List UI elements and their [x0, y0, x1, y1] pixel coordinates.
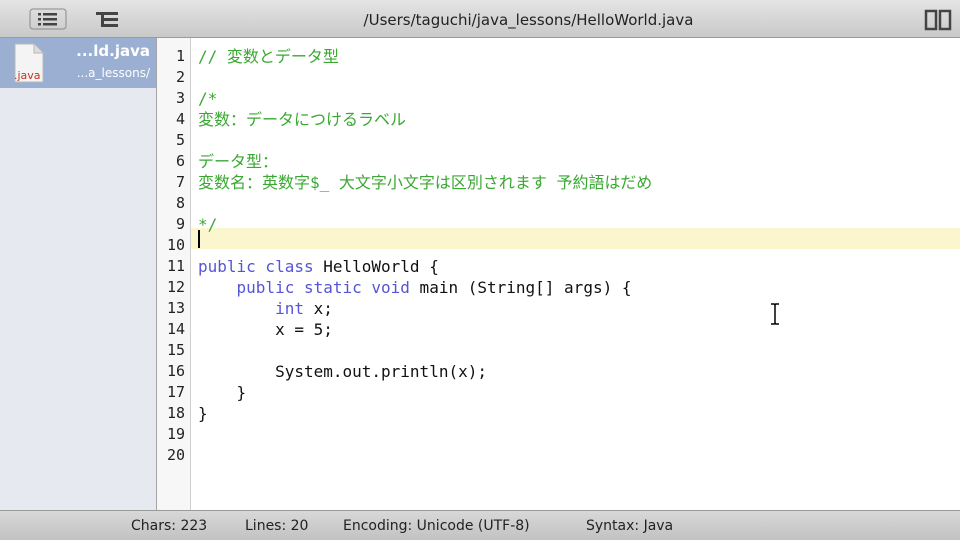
- status-chars: Chars: 223: [131, 518, 208, 534]
- line-number: 17: [166, 383, 185, 401]
- file-item-helloworld[interactable]: .java ...ld.java ...a_lessons/: [0, 38, 156, 88]
- code-token: }: [198, 404, 208, 423]
- line-number: 6: [175, 152, 185, 170]
- line-number: 18: [166, 404, 185, 422]
- code-line: 変数名：英数字$_ 大文字小文字は区別されます 予約語はだめ: [198, 172, 652, 193]
- status-bar: Chars: 223 Lines: 20 Encoding: Unicode (…: [0, 510, 960, 540]
- list-icon[interactable]: [28, 7, 68, 31]
- code-token: */: [198, 215, 218, 234]
- line-number: 8: [175, 194, 185, 212]
- code-token: /*: [198, 89, 218, 108]
- line-number: 20: [166, 446, 185, 464]
- code-line: int x;: [198, 298, 333, 319]
- line-number: 2: [175, 68, 185, 86]
- code-line: データ型：: [198, 151, 278, 172]
- status-encoding[interactable]: Encoding: Unicode (UTF-8): [343, 511, 530, 541]
- line-number: 3: [175, 89, 185, 107]
- title-bar: /Users/taguchi/java_lessons/HelloWorld.j…: [0, 0, 960, 38]
- code-token: main (String[] args) {: [409, 278, 632, 297]
- code-editor[interactable]: // 変数とデータ型 /* 変数：データにつけるラベル データ型： 変数名：英数字$_ …: [191, 38, 960, 510]
- code-token: HelloWorld {: [313, 257, 439, 276]
- file-name: ...ld.java: [76, 42, 150, 60]
- code-token: public static void: [198, 278, 410, 297]
- code-token: // 変数とデータ型: [198, 47, 339, 66]
- code-line: }: [198, 382, 247, 403]
- code-token: x;: [303, 299, 333, 318]
- file-sidebar: .java ...ld.java ...a_lessons/: [0, 38, 157, 510]
- line-number: 4: [175, 110, 185, 128]
- code-line: public class HelloWorld {: [198, 256, 439, 277]
- file-directory: ...a_lessons/: [76, 66, 150, 80]
- line-number: 7: [175, 173, 185, 191]
- code-token: データ型：: [198, 152, 279, 171]
- line-number: 9: [175, 215, 185, 233]
- code-line: 変数：データにつけるラベル: [198, 109, 406, 130]
- line-number: 11: [166, 257, 185, 275]
- line-number: 5: [175, 131, 185, 149]
- code-line: // 変数とデータ型: [198, 46, 339, 67]
- code-line: /*: [198, 88, 217, 109]
- code-token: public class: [198, 257, 314, 276]
- toolbar-left: [0, 0, 157, 37]
- java-file-icon-label: .java: [14, 69, 41, 82]
- ibeam-cursor-icon: [769, 303, 781, 325]
- line-number: 16: [166, 362, 185, 380]
- outline-icon[interactable]: [90, 7, 130, 31]
- code-line: }: [198, 403, 208, 424]
- code-line: */: [198, 214, 217, 235]
- split-view-icon[interactable]: [924, 9, 952, 31]
- line-number: 10: [166, 236, 185, 254]
- line-number: 12: [166, 278, 185, 296]
- line-number: 1: [175, 47, 185, 65]
- line-number-gutter: 1 2 3 4 5 6 7 8 9 10 11 12 13 14 15 16 17 18 19 20: [157, 38, 191, 510]
- code-token: 変数名：英数字$_ 大文字小文字は区別されます 予約語はだめ: [198, 173, 653, 192]
- code-token: 変数：データにつけるラベル: [198, 110, 407, 129]
- status-lines: Lines: 20: [245, 518, 309, 534]
- line-number: 19: [166, 425, 185, 443]
- code-line: x = 5;: [198, 319, 333, 340]
- line-number: 13: [166, 299, 185, 317]
- java-file-icon: .java: [12, 42, 46, 84]
- code-token: }: [198, 383, 247, 402]
- code-token: System.out.println(x);: [198, 362, 487, 381]
- window-title: /Users/taguchi/java_lessons/HelloWorld.j…: [363, 11, 694, 29]
- code-token: int: [198, 299, 304, 318]
- code-line: System.out.println(x);: [198, 361, 487, 382]
- status-syntax[interactable]: Syntax: Java: [586, 511, 673, 541]
- current-line-highlight: [191, 228, 960, 249]
- line-number: 15: [166, 341, 185, 359]
- code-token: x = 5;: [198, 320, 333, 339]
- line-number: 14: [166, 320, 185, 338]
- code-line: public static void main (String[] args) …: [198, 277, 632, 298]
